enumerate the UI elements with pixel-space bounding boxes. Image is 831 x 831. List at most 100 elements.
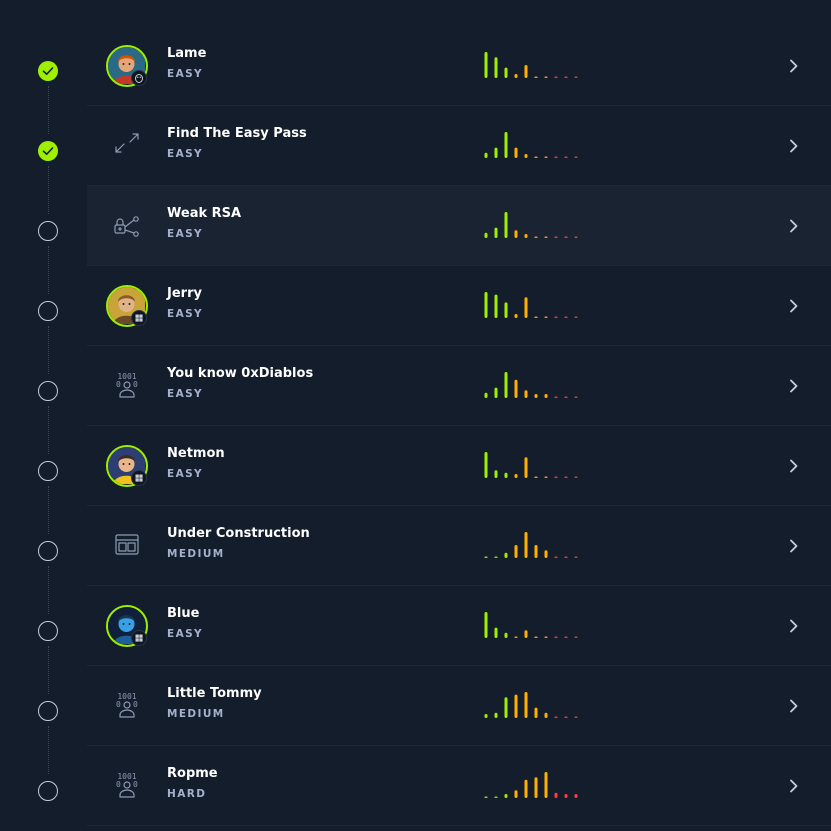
rating-bar [504,212,508,238]
rating-bar [554,476,558,478]
linux-icon [131,70,147,86]
incomplete-circle-icon[interactable] [38,541,58,561]
challenge-title[interactable]: Little Tommy [167,686,262,701]
challenge-row[interactable]: Jerry EASY [87,266,831,346]
rating-bar [494,227,498,238]
challenge-title[interactable]: Ropme [167,766,218,781]
challenge-title[interactable]: Weak RSA [167,206,241,221]
rating-bar [554,716,558,718]
challenge-title[interactable]: You know 0xDiablos [167,366,313,381]
blue-avatar [106,605,148,647]
difficulty-rating-chart [484,612,578,638]
challenge-row[interactable]: Weak RSA EASY [87,186,831,266]
web-window-icon [112,530,142,560]
svg-text:0: 0 [133,700,138,709]
rating-bar [574,794,578,798]
challenge-title[interactable]: Jerry [167,286,202,301]
rating-bar [534,236,538,238]
rating-bar [524,630,528,638]
rating-bar [514,147,518,158]
progress-connector [47,86,49,134]
rating-bar [534,394,538,398]
chevron-right-icon[interactable] [787,298,801,314]
rating-bar [484,556,488,558]
challenge-row[interactable]: Blue EASY [87,586,831,666]
rating-bar [574,716,578,718]
incomplete-circle-icon[interactable] [38,621,58,641]
rating-bar [494,470,498,478]
rating-bar [554,316,558,318]
rating-bar [554,76,558,78]
rating-bar [564,316,568,318]
rating-bar [494,387,498,398]
incomplete-circle-icon[interactable] [38,701,58,721]
challenge-row[interactable]: 1001 0 0 Ropme HARD [87,746,831,826]
challenge-title[interactable]: Find The Easy Pass [167,126,307,141]
rating-bar [564,76,568,78]
rating-bar [514,636,518,638]
chevron-right-icon[interactable] [787,538,801,554]
incomplete-circle-icon[interactable] [38,461,58,481]
svg-text:0: 0 [133,380,138,389]
challenge-row[interactable]: Under Construction MEDIUM [87,506,831,586]
chevron-right-icon[interactable] [787,618,801,634]
challenge-row[interactable]: Find The Easy Pass EASY [87,106,831,186]
challenge-row[interactable]: Netmon EASY [87,426,831,506]
challenge-row[interactable]: 1001 0 0 You know 0xDiablos EASY [87,346,831,426]
rating-bar [484,152,488,158]
difficulty-label: MEDIUM [167,548,225,560]
rating-bar [524,457,528,478]
rating-bar [564,794,568,798]
incomplete-circle-icon[interactable] [38,301,58,321]
incomplete-circle-icon[interactable] [38,221,58,241]
rating-bar [564,556,568,558]
chevron-right-icon[interactable] [787,138,801,154]
chevron-right-icon[interactable] [787,218,801,234]
rating-bar [494,556,498,558]
challenge-list: Lame EASY Find The Easy Pass EASY Weak RSA EA… [0,0,831,831]
rating-bar [574,396,578,398]
rating-bar [514,474,518,478]
windows-icon [131,470,147,486]
rating-bar [534,636,538,638]
progress-connector [47,486,49,534]
rating-bar [504,632,508,638]
rating-bar [524,65,528,78]
challenge-title[interactable]: Blue [167,606,199,621]
rating-bar [494,712,498,718]
incomplete-circle-icon[interactable] [38,781,58,801]
challenge-title[interactable]: Under Construction [167,526,310,541]
rating-bar [504,302,508,318]
lame-avatar [106,45,148,87]
completed-check-icon[interactable] [38,61,58,81]
rating-bar [524,234,528,238]
difficulty-rating-chart [484,132,578,158]
difficulty-rating-chart [484,692,578,718]
pwn-binary-icon: 1001 0 0 [112,370,142,400]
rating-bar [504,372,508,398]
svg-text:0: 0 [116,380,121,389]
rating-bar [564,156,568,158]
rating-bar [554,156,558,158]
chevron-right-icon[interactable] [787,378,801,394]
incomplete-circle-icon[interactable] [38,381,58,401]
chevron-right-icon[interactable] [787,778,801,794]
challenge-row[interactable]: Lame EASY [87,26,831,106]
difficulty-rating-chart [484,372,578,398]
completed-check-icon[interactable] [38,141,58,161]
difficulty-rating-chart [484,52,578,78]
rating-bar [524,390,528,398]
rating-bar [484,714,488,718]
challenge-title[interactable]: Lame [167,46,206,61]
rating-bar [574,476,578,478]
chevron-right-icon[interactable] [787,698,801,714]
challenge-row[interactable]: 1001 0 0 Little Tommy MEDIUM [87,666,831,746]
chevron-right-icon[interactable] [787,458,801,474]
difficulty-label: EASY [167,388,204,400]
rating-bar [514,230,518,238]
challenge-title[interactable]: Netmon [167,446,225,461]
rating-bar [484,452,488,478]
chevron-right-icon[interactable] [787,58,801,74]
netmon-avatar [106,445,148,487]
rating-bar [494,294,498,318]
